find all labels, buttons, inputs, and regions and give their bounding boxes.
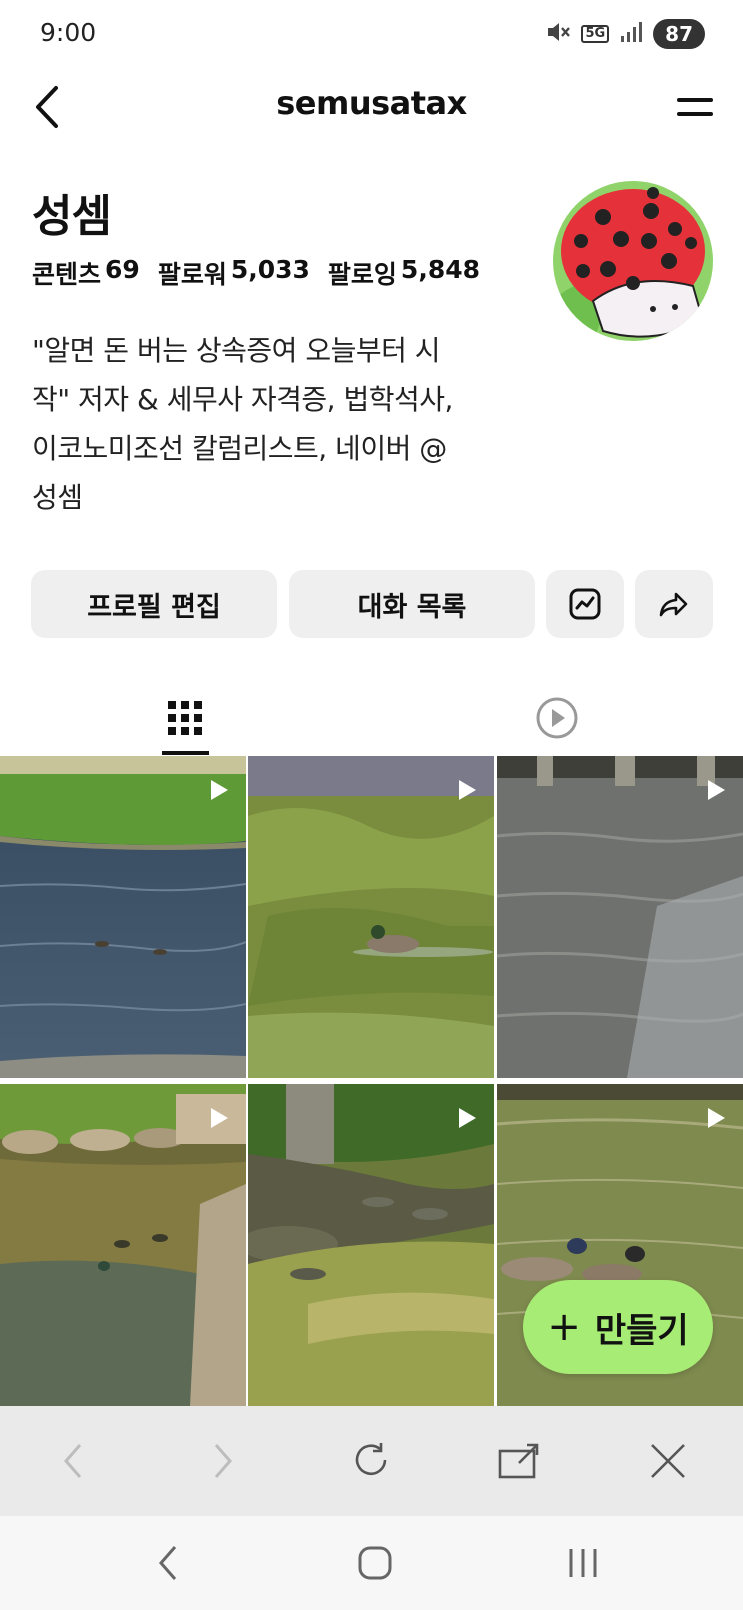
profile-name: 성셈: [32, 191, 112, 242]
grid-icon: [168, 700, 202, 735]
back-icon: [159, 1546, 177, 1580]
create-button-label: 만들기: [594, 1310, 689, 1351]
stat-label: 팔로워: [157, 260, 227, 289]
refresh-icon: [355, 1443, 387, 1476]
signal-icon: [619, 20, 643, 48]
thumbnail-tree-bank-ducks: [248, 1084, 494, 1406]
grid-item-duck-green-water[interactable]: [248, 756, 494, 1078]
grid-item-tree-bank-ducks[interactable]: [248, 1084, 494, 1406]
video-indicator-icon: [708, 1108, 725, 1128]
plus-icon: +: [547, 1304, 581, 1350]
system-navigation-bar: [0, 1516, 743, 1610]
grid-item-rocks-ducks[interactable]: [0, 1084, 246, 1406]
content-tabs: [0, 680, 743, 755]
status-bar: 9:00 5G 87: [0, 0, 743, 70]
video-indicator-icon: [211, 1108, 228, 1128]
stat-value: 5,033: [230, 255, 310, 284]
grid-item-bridge-water[interactable]: [497, 756, 743, 1078]
thumbnail-bridge-water: [497, 756, 743, 1078]
home-icon: [358, 1546, 392, 1580]
share-button[interactable]: [635, 570, 713, 638]
battery-icon: 87: [653, 19, 705, 49]
video-indicator-icon: [708, 780, 725, 800]
insights-button[interactable]: [546, 570, 624, 638]
recents-icon: [569, 1549, 597, 1577]
thumbnail-river-grass: [0, 756, 246, 1078]
page-title: semusatax: [276, 84, 467, 122]
bio-line[interactable]: 성셈: [32, 473, 522, 522]
app-header: semusatax: [0, 70, 743, 146]
profile-bio: "알면 돈 버는 상속증여 오늘부터 시 작" 저자 & 세무사 자격증, 법학…: [32, 326, 522, 522]
video-indicator-icon: [459, 780, 476, 800]
bio-line: 작" 저자 & 세무사 자격증, 법학석사,: [32, 383, 453, 416]
create-button[interactable]: + 만들기: [523, 1280, 713, 1374]
bio-line: "알면 돈 버는 상속증여 오늘부터 시: [32, 334, 441, 367]
mute-icon: [545, 20, 571, 48]
video-indicator-icon: [211, 780, 228, 800]
thumbnail-rocks-ducks: [0, 1084, 246, 1406]
status-time: 9:00: [40, 18, 97, 47]
edit-profile-button[interactable]: 프로필 편집: [31, 570, 277, 638]
conversation-list-button[interactable]: 대화 목록: [289, 570, 535, 638]
open-external-icon: [498, 1443, 539, 1479]
browser-toolbar: [0, 1406, 743, 1516]
insights-icon: [569, 588, 601, 620]
forward-icon: [214, 1444, 232, 1478]
browser-open-external-button[interactable]: [494, 1436, 544, 1486]
avatar[interactable]: [553, 181, 713, 341]
share-icon: [659, 592, 688, 617]
browser-refresh-button[interactable]: [347, 1436, 397, 1486]
stat-label: 팔로잉: [327, 260, 397, 289]
profile-stats: 콘텐츠 69 팔로워 5,033 팔로잉 5,848: [32, 255, 480, 291]
stat-following[interactable]: 팔로잉 5,848: [328, 255, 480, 291]
thumbnail-duck-green-water: [248, 756, 494, 1078]
bio-line[interactable]: 이코노미조선 칼럼리스트, 네이버 @: [32, 424, 522, 473]
stat-followers[interactable]: 팔로워 5,033: [158, 255, 310, 291]
ladybug-avatar: [553, 181, 713, 341]
hamburger-menu-icon: [677, 98, 713, 116]
system-home-button[interactable]: [350, 1538, 400, 1588]
play-circle-icon: [536, 697, 578, 738]
tab-grid[interactable]: [135, 680, 235, 755]
grid-item-river-grass[interactable]: [0, 756, 246, 1078]
video-indicator-icon: [459, 1108, 476, 1128]
active-tab-indicator: [162, 751, 209, 755]
5g-icon: 5G: [581, 25, 610, 43]
system-back-button[interactable]: [143, 1538, 193, 1588]
stat-value: 69: [105, 255, 140, 284]
tab-reels[interactable]: [507, 680, 607, 755]
status-icons: 5G 87: [545, 18, 705, 50]
close-icon: [651, 1444, 685, 1478]
browser-back-button[interactable]: [48, 1436, 98, 1486]
browser-close-button[interactable]: [643, 1436, 693, 1486]
back-icon: [64, 1444, 82, 1478]
browser-forward-button[interactable]: [198, 1436, 248, 1486]
menu-button[interactable]: [675, 88, 715, 128]
stat-posts[interactable]: 콘텐츠 69: [32, 255, 140, 291]
stat-value: 5,848: [400, 255, 480, 284]
system-recents-button[interactable]: [558, 1538, 608, 1588]
stat-label: 콘텐츠: [32, 260, 102, 289]
